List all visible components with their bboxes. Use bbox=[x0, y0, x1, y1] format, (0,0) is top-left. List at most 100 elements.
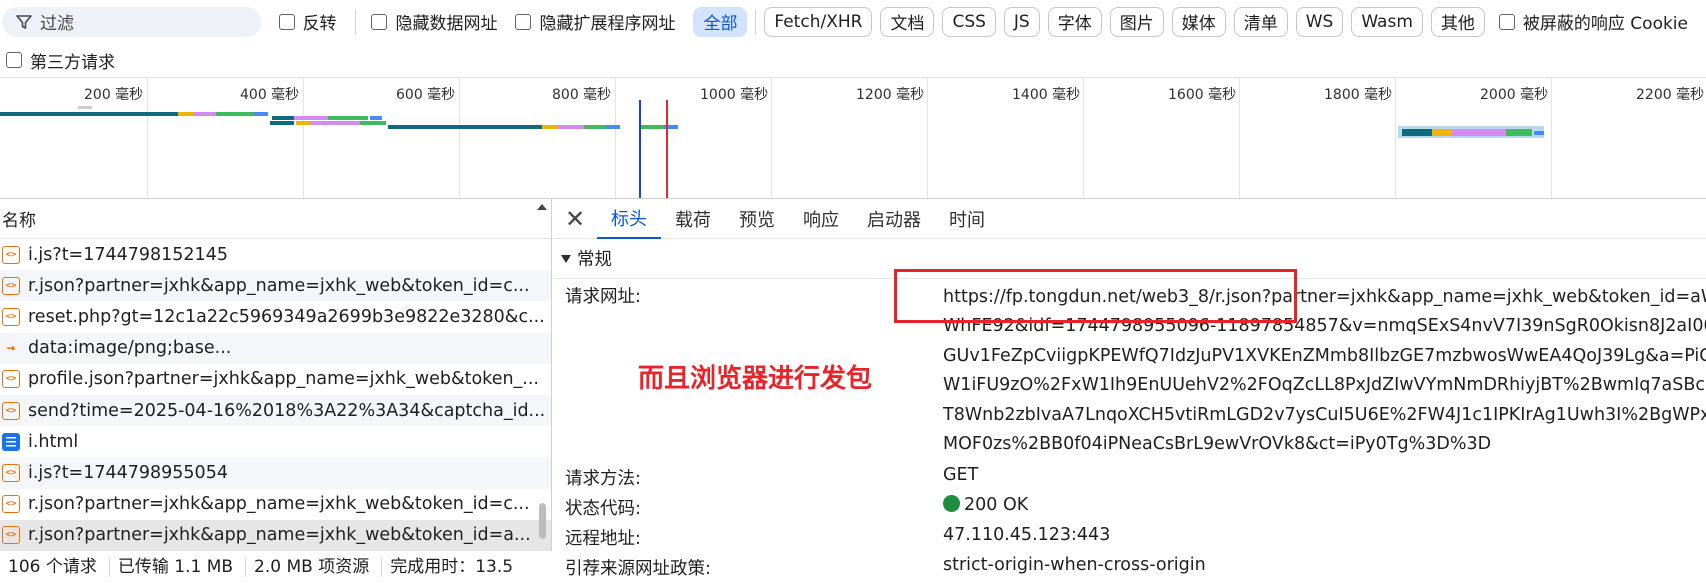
waterfall-segment bbox=[310, 121, 360, 125]
type-chip-css[interactable]: CSS bbox=[942, 6, 996, 37]
waterfall-segment bbox=[360, 121, 386, 125]
waterfall-segment bbox=[1402, 129, 1432, 136]
resource-size: 2.0 MB 项资源 bbox=[246, 557, 383, 577]
timeline-gridline bbox=[303, 78, 304, 198]
detail-tabs: ✕ 标头 载荷 预览 响应 启动器 时间 bbox=[553, 199, 1706, 239]
type-chip-media[interactable]: 媒体 bbox=[1171, 6, 1226, 37]
annotation-text: 而且浏览器进行发包 bbox=[638, 364, 873, 394]
transferred-size: 已传输 1.1 MB bbox=[110, 557, 247, 577]
timeline-gridline bbox=[1083, 78, 1084, 198]
waterfall-segment bbox=[270, 121, 294, 125]
waterfall-segment bbox=[294, 116, 328, 120]
network-overview-timeline[interactable]: 200 毫秒 400 毫秒 600 毫秒 800 毫秒 1000 毫秒 1200… bbox=[0, 77, 1706, 199]
tab-response[interactable]: 响应 bbox=[789, 199, 853, 239]
timeline-tick: 2200 毫秒 bbox=[1636, 87, 1705, 103]
request-row[interactable]: <> i.js?t=1744798152145 bbox=[0, 239, 551, 270]
hide-data-urls-label: 隐藏数据网址 bbox=[395, 14, 498, 34]
tab-payload[interactable]: 载荷 bbox=[661, 199, 725, 239]
request-name: i.html bbox=[28, 431, 79, 452]
waterfall-segment bbox=[558, 125, 584, 129]
request-row[interactable]: <> r.json?partner=jxhk&app_name=jxhk_web&… bbox=[0, 489, 551, 520]
invert-checkbox[interactable]: 反转 bbox=[278, 9, 337, 34]
checkbox-box[interactable] bbox=[278, 13, 295, 30]
scrollbar-thumb[interactable] bbox=[539, 503, 546, 539]
filter-bar: 过滤 反转 隐藏数据网址 隐藏扩展程序网址 全部 Fetch/XHR 文档 CS… bbox=[0, 0, 1706, 43]
request-list: <> i.js?t=1744798152145 <> r.json?partner=… bbox=[0, 239, 551, 551]
script-icon: <> bbox=[2, 401, 20, 420]
url-line: W1iFU9zO%2FxW1Ih9EnUUehV2%2FOqZcLL8PxJdZ… bbox=[943, 375, 1706, 396]
request-name: send?time=2025-04-16%2018%3A22%3A34&capt… bbox=[28, 400, 546, 421]
tab-timing[interactable]: 时间 bbox=[935, 199, 999, 239]
type-chip-js[interactable]: JS bbox=[1003, 6, 1040, 37]
request-url-label: 请求网址: bbox=[565, 287, 641, 307]
general-section-body: 请求网址: https://fp.tongdun.net/web3_8/r.js… bbox=[553, 279, 1706, 583]
waterfall-segment bbox=[388, 125, 542, 129]
script-icon: <> bbox=[2, 276, 20, 295]
script-icon: <> bbox=[2, 307, 20, 326]
type-chip-ws[interactable]: WS bbox=[1295, 6, 1344, 37]
image-icon: → bbox=[6, 340, 16, 357]
blocked-cookies-checkbox[interactable]: 被屏蔽的响应 Cookie bbox=[1498, 9, 1688, 34]
request-name: r.json?partner=jxhk&app_name=jxhk_web&to… bbox=[28, 494, 530, 515]
script-icon: <> bbox=[2, 245, 20, 264]
type-chip-img[interactable]: 图片 bbox=[1109, 6, 1164, 37]
checkbox-box[interactable] bbox=[6, 52, 22, 68]
type-chip-fetch-xhr[interactable]: Fetch/XHR bbox=[764, 6, 873, 37]
network-status-bar: 106 个请求 已传输 1.1 MB 2.0 MB 项资源 完成用时：13.5 bbox=[0, 550, 552, 583]
type-chip-all[interactable]: 全部 bbox=[693, 6, 748, 37]
filter-row-2: 第三方请求 bbox=[0, 43, 133, 77]
hide-data-urls-checkbox[interactable]: 隐藏数据网址 bbox=[371, 9, 497, 34]
column-header-name[interactable]: 名称 bbox=[0, 199, 551, 239]
request-list-scrollbar[interactable] bbox=[537, 199, 547, 583]
third-party-checkbox[interactable]: 第三方请求 bbox=[6, 48, 115, 73]
type-chip-font[interactable]: 字体 bbox=[1047, 6, 1102, 37]
tab-initiator[interactable]: 启动器 bbox=[853, 199, 935, 239]
timeline-gridline bbox=[1239, 78, 1240, 198]
filter-search-placeholder: 过滤 bbox=[40, 14, 74, 34]
request-method-label: 请求方法: bbox=[565, 469, 641, 489]
close-icon[interactable]: ✕ bbox=[553, 205, 597, 233]
url-line: MOF0zs%2BB0f04iPNeaCsBrL9ewVrOVk8&ct=iPy… bbox=[943, 434, 1492, 455]
request-row[interactable]: i.html bbox=[0, 426, 551, 457]
load-event-line bbox=[666, 100, 668, 198]
tab-preview[interactable]: 预览 bbox=[725, 199, 789, 239]
request-row[interactable]: <> i.js?t=1744798955054 bbox=[0, 457, 551, 489]
type-chip-wasm[interactable]: Wasm bbox=[1351, 6, 1423, 37]
timeline-tick: 1000 毫秒 bbox=[700, 87, 769, 103]
timeline-gridline bbox=[1395, 78, 1396, 198]
request-count: 106 个请求 bbox=[0, 557, 110, 577]
waterfall-segment bbox=[0, 112, 178, 116]
request-row[interactable]: → data:image/png;base... bbox=[0, 332, 551, 364]
timeline-gridline bbox=[771, 78, 772, 198]
hide-extension-urls-label: 隐藏扩展程序网址 bbox=[539, 14, 676, 34]
hide-extension-urls-checkbox[interactable]: 隐藏扩展程序网址 bbox=[515, 9, 675, 34]
type-chip-other[interactable]: 其他 bbox=[1430, 6, 1485, 37]
tab-headers[interactable]: 标头 bbox=[597, 199, 661, 239]
third-party-label: 第三方请求 bbox=[30, 52, 115, 73]
checkbox-box[interactable] bbox=[1498, 13, 1515, 30]
request-row-selected[interactable]: <> r.json?partner=jxhk&app_name=jxhk_web&… bbox=[0, 519, 551, 551]
request-row[interactable]: <> profile.json?partner=jxhk&app_name=jxh… bbox=[0, 364, 551, 395]
filter-search-input[interactable]: 过滤 bbox=[2, 6, 261, 37]
waterfall-segment bbox=[254, 112, 268, 116]
waterfall-segment bbox=[1506, 129, 1532, 136]
checkbox-box[interactable] bbox=[371, 13, 388, 30]
waterfall-segment bbox=[606, 125, 620, 129]
request-row[interactable]: <> send?time=2025-04-16%2018%3A22%3A34&ca… bbox=[0, 394, 551, 427]
referrer-policy-label: 引荐来源网址政策: bbox=[565, 559, 711, 579]
scroll-up-arrow-icon[interactable] bbox=[537, 204, 547, 210]
timeline-tick: 2000 毫秒 bbox=[1480, 87, 1549, 103]
type-chip-doc[interactable]: 文档 bbox=[880, 6, 935, 37]
timeline-tick: 1800 毫秒 bbox=[1324, 87, 1393, 103]
request-row[interactable]: <> r.json?partner=jxhk&app_name=jxhk_web&… bbox=[0, 270, 551, 302]
request-name: r.json?partner=jxhk&app_name=jxhk_web&to… bbox=[28, 525, 531, 546]
request-row[interactable]: <> reset.php?gt=12c1a22c5969349a2699b3e98… bbox=[0, 301, 551, 332]
status-code-value-wrap: 200 OK bbox=[943, 495, 1028, 515]
status-code-value: 200 OK bbox=[964, 495, 1029, 515]
document-icon bbox=[2, 432, 20, 451]
waterfall-segment bbox=[542, 125, 558, 129]
expand-triangle-icon bbox=[561, 254, 571, 263]
waterfall-segment bbox=[370, 116, 382, 120]
checkbox-box[interactable] bbox=[515, 13, 532, 30]
type-chip-manifest[interactable]: 清单 bbox=[1233, 6, 1288, 37]
